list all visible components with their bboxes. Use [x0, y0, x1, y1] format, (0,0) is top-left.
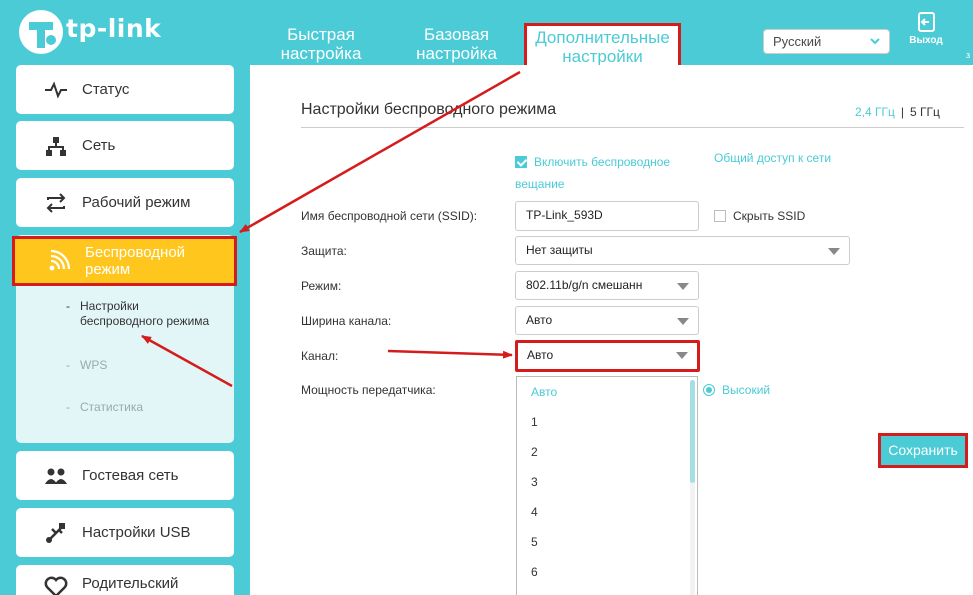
radio-selected-icon	[703, 384, 715, 396]
band-24ghz-link[interactable]: 2,4 ГГц	[855, 105, 895, 119]
band-5ghz-link[interactable]: 5 ГГц	[910, 105, 940, 119]
channel-option[interactable]: 2	[531, 445, 538, 459]
usb-icon	[46, 522, 65, 543]
channel-option[interactable]: 3	[531, 475, 538, 489]
channel-option[interactable]: 1	[531, 415, 538, 429]
sidebar-item-label: Сеть	[82, 137, 116, 154]
chevron-down-icon	[870, 38, 880, 45]
submenu-dash: -	[66, 299, 70, 313]
language-value: Русский	[773, 34, 822, 49]
edge-text-fragment: з	[966, 50, 971, 60]
subitem-statistics[interactable]: - Статистика	[66, 400, 143, 414]
sidebar-item-parental-control[interactable]: Родительский	[16, 565, 234, 595]
sidebar-item-label: Гостевая сеть	[82, 467, 179, 484]
dropdown-arrow-icon	[677, 318, 689, 325]
submenu-dash: -	[66, 400, 70, 414]
sidebar-item-label: Рабочий режим	[82, 194, 191, 211]
tx-power-high-label: Высокий	[722, 383, 771, 397]
sidebar-item-operation-mode[interactable]: Рабочий режим	[16, 178, 234, 227]
channel-width-value: Авто	[526, 313, 553, 327]
ssid-label: Имя беспроводной сети (SSID):	[301, 209, 478, 223]
enable-wireless-label: Включить беспроводное вещание	[515, 155, 671, 191]
security-value: Нет защиты	[526, 243, 593, 257]
sidebar-item-label: Беспроводной режим	[85, 244, 186, 278]
subitem-label: Настройки беспроводного режима	[80, 299, 210, 328]
channel-width-label: Ширина канала:	[301, 314, 392, 328]
security-label: Защита:	[301, 244, 347, 258]
swap-arrows-icon	[46, 192, 66, 213]
sidebar-item-guest-network[interactable]: Гостевая сеть	[16, 451, 234, 500]
tab-basic-settings[interactable]: Базовая настройка	[408, 25, 505, 63]
pulse-icon	[45, 80, 67, 99]
main-content: Настройки беспроводного режима 2,4 ГГц | 5…	[250, 65, 973, 595]
tab-quick-setup[interactable]: Быстрая настройка	[275, 25, 367, 63]
ssid-value: TP-Link_593D	[526, 208, 603, 222]
title-divider	[301, 127, 964, 128]
sidebar-item-usb[interactable]: Настройки USB	[16, 508, 234, 557]
heart-icon	[44, 576, 68, 595]
dropdown-arrow-icon	[676, 352, 688, 359]
security-select[interactable]: Нет защиты	[515, 236, 850, 265]
checkbox-checked-icon	[515, 156, 527, 168]
submenu-dash: -	[66, 358, 70, 372]
sidebar-item-status[interactable]: Статус	[16, 65, 234, 114]
band-separator: |	[900, 105, 905, 119]
band-switcher: 2,4 ГГц | 5 ГГц	[855, 105, 940, 119]
mode-select[interactable]: 802.11b/g/n смешанн	[515, 271, 699, 300]
subitem-wireless-settings[interactable]: - Настройки беспроводного режима	[66, 299, 209, 328]
hide-ssid-checkbox[interactable]: Скрыть SSID	[714, 209, 805, 223]
network-sharing-link[interactable]: Общий доступ к сети	[714, 151, 831, 166]
checkbox-unchecked-icon	[714, 210, 726, 222]
enable-wireless-checkbox[interactable]: Включить беспроводное вещание	[515, 151, 695, 195]
logout-label: Выход	[909, 35, 943, 46]
sidebar: Статус Сеть Рабочий режим Беспроводной р…	[0, 65, 250, 595]
tx-power-high-radio[interactable]: Высокий	[703, 383, 770, 397]
channel-value: Авто	[527, 348, 554, 362]
guests-icon	[45, 468, 67, 484]
dropdown-scrollbar-thumb[interactable]	[690, 380, 695, 483]
save-button[interactable]: Сохранить	[878, 433, 968, 468]
sidebar-item-wireless[interactable]: Беспроводной режим	[12, 236, 237, 286]
sidebar-item-label: Настройки USB	[82, 524, 191, 541]
subitem-label: WPS	[80, 358, 108, 372]
subitem-label: Статистика	[80, 400, 144, 414]
wifi-signal-icon	[49, 249, 71, 271]
dropdown-arrow-icon	[828, 248, 840, 255]
sidebar-item-label: Родительский	[82, 575, 179, 592]
channel-select[interactable]: Авто	[515, 340, 700, 372]
top-header: tp-link Быстрая настройка Базовая настро…	[0, 0, 973, 70]
channel-option[interactable]: 4	[531, 505, 538, 519]
mode-label: Режим:	[301, 279, 342, 293]
ssid-input[interactable]: TP-Link_593D	[515, 201, 699, 231]
channel-option[interactable]: Авто	[531, 385, 557, 399]
dropdown-arrow-icon	[677, 283, 689, 290]
language-select[interactable]: Русский	[763, 29, 890, 54]
network-topology-icon	[46, 136, 66, 156]
logout-icon	[917, 12, 935, 32]
mode-value: 802.11b/g/n смешанн	[526, 278, 643, 292]
tab-advanced-settings[interactable]: Дополнительные настройки	[524, 23, 681, 70]
channel-option[interactable]: 6	[531, 565, 538, 579]
page-title: Настройки беспроводного режима	[301, 101, 557, 118]
brand-name: tp-link	[66, 14, 162, 43]
channel-label: Канал:	[301, 349, 339, 363]
sidebar-item-network[interactable]: Сеть	[16, 121, 234, 170]
tx-power-label: Мощность передатчика:	[301, 383, 436, 397]
channel-dropdown-list[interactable]: Авто 1 2 3 4 5 6	[516, 376, 698, 595]
channel-option[interactable]: 5	[531, 535, 538, 549]
hide-ssid-label: Скрыть SSID	[733, 209, 806, 223]
subitem-wps[interactable]: - WPS	[66, 358, 107, 372]
logout-button[interactable]: Выход	[906, 12, 946, 46]
sidebar-item-label: Статус	[82, 81, 130, 98]
channel-width-select[interactable]: Авто	[515, 306, 699, 335]
